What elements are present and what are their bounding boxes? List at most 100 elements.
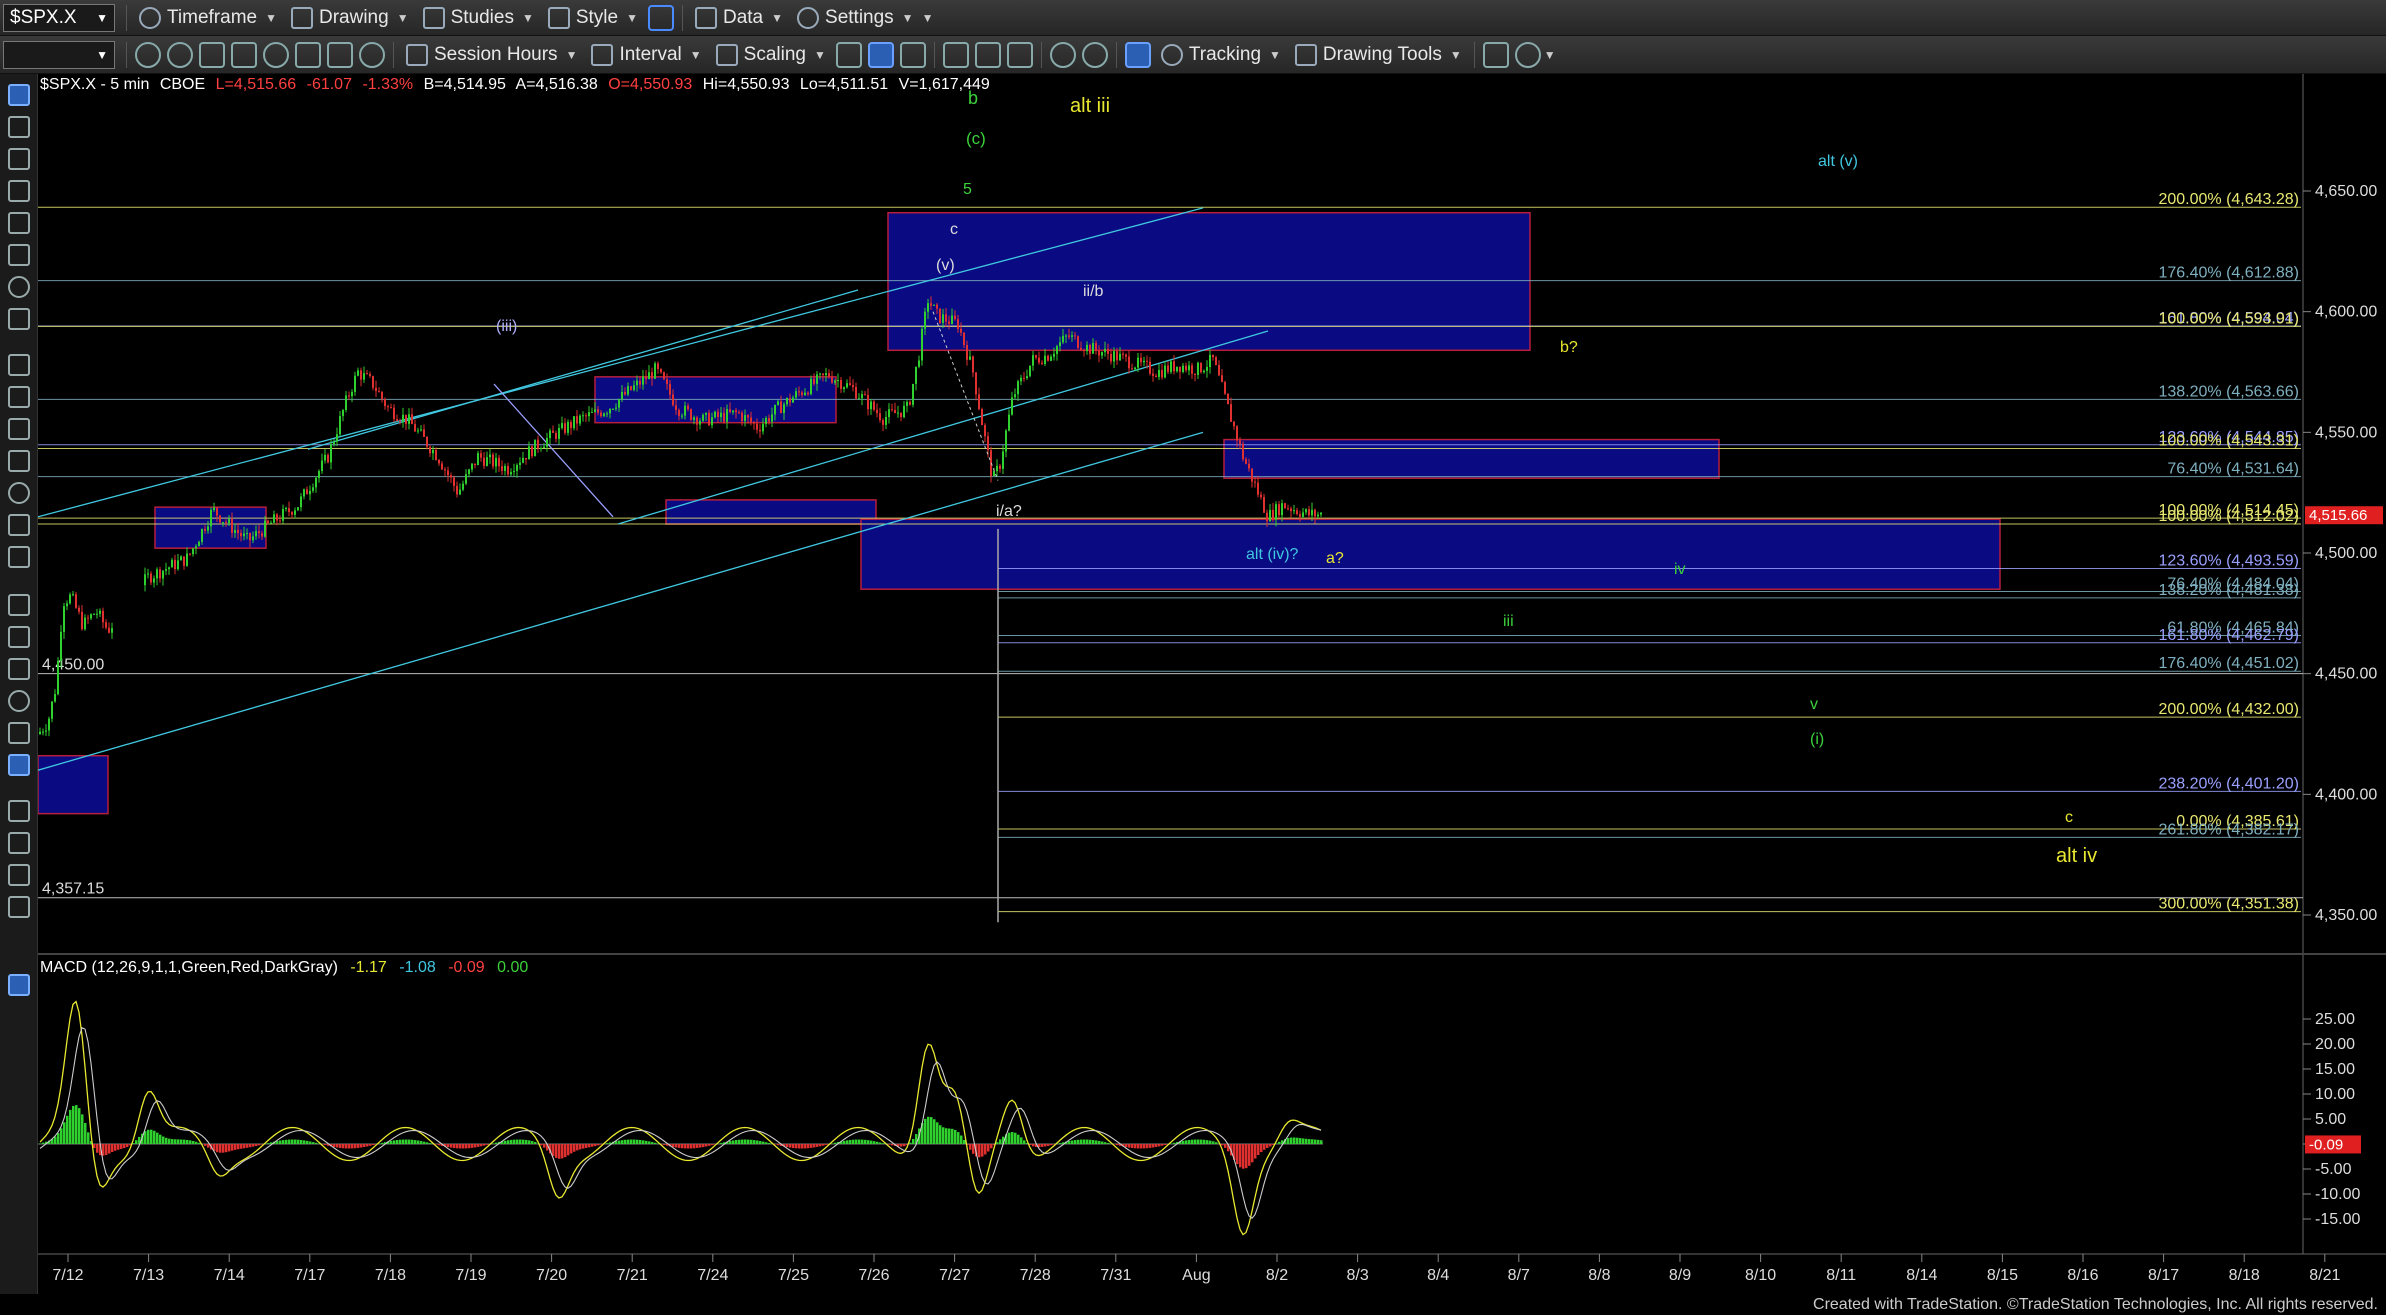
circle-tool-icon[interactable] — [135, 41, 161, 68]
scroll-left-icon[interactable] — [942, 41, 969, 68]
macd-bar — [567, 1144, 570, 1156]
macd-bar — [759, 1141, 762, 1144]
chart-canvas[interactable]: 200.00% (4,643.28) 176.40% (4,612.88) 161.… — [38, 74, 2386, 1294]
circle-tool-icon[interactable] — [263, 41, 289, 68]
macd-current-label: -0.09 — [2309, 1136, 2343, 1153]
studies-menu[interactable]: Studies ▼ — [416, 3, 541, 33]
gann-icon[interactable] — [8, 276, 30, 298]
candle — [1014, 388, 1016, 400]
macd-bar — [417, 1140, 420, 1144]
macd-bar — [81, 1114, 84, 1144]
pointer-icon[interactable] — [8, 84, 30, 106]
chevron-down-icon[interactable]: ▼ — [1544, 48, 1556, 62]
drawing-menu[interactable]: Drawing ▼ — [284, 3, 416, 33]
macd-bar — [1245, 1144, 1248, 1169]
lines-icon[interactable] — [8, 450, 30, 472]
macd-bar — [582, 1144, 585, 1149]
candle — [1200, 362, 1202, 374]
macd-bar — [1293, 1137, 1296, 1144]
timeframe-menu[interactable]: Timeframe ▼ — [132, 3, 284, 33]
grid-icon[interactable] — [327, 41, 353, 68]
clock-icon[interactable] — [359, 41, 385, 68]
vertical-lines-icon[interactable] — [8, 354, 30, 376]
style-menu[interactable]: Style ▼ — [541, 3, 645, 33]
candlestick-icon[interactable] — [867, 41, 894, 68]
scroll-right-icon[interactable] — [974, 41, 1001, 68]
candle — [657, 361, 659, 374]
window-icon[interactable] — [231, 41, 257, 68]
candle-body — [777, 401, 779, 405]
trendline-icon[interactable] — [8, 148, 30, 170]
arc-icon[interactable] — [8, 594, 30, 616]
zoom-out-icon[interactable] — [1081, 41, 1108, 68]
settings-menu[interactable]: Settings ▼ ▼ — [790, 3, 940, 33]
channel-icon[interactable] — [8, 244, 30, 266]
fib-extension-icon[interactable] — [8, 386, 30, 408]
ellipse-icon[interactable] — [8, 690, 30, 712]
fib-retrace-icon[interactable] — [8, 418, 30, 440]
link-icon[interactable] — [647, 4, 674, 31]
circle-tool-icon[interactable] — [167, 41, 193, 68]
arrow-down-icon[interactable] — [8, 626, 30, 648]
macd-bar — [789, 1144, 792, 1148]
candle-body — [849, 383, 851, 386]
candle-body — [855, 387, 857, 399]
arrow-up-icon[interactable] — [8, 658, 30, 680]
interval-menu[interactable]: Interval ▼ — [584, 40, 708, 70]
highlighter-icon[interactable] — [8, 896, 30, 918]
macd-bar — [1101, 1141, 1104, 1144]
cycle-icon[interactable] — [8, 546, 30, 568]
scaling-menu[interactable]: Scaling ▼ — [709, 40, 833, 70]
chat-icon[interactable] — [1514, 41, 1541, 68]
candle-body — [951, 315, 953, 324]
candle — [873, 399, 875, 412]
macd-bar — [588, 1144, 591, 1148]
bar-style-icon[interactable] — [835, 41, 862, 68]
data-menu[interactable]: Data ▼ — [688, 3, 790, 33]
horizontal-line-icon[interactable] — [8, 212, 30, 234]
eraser-icon[interactable] — [8, 832, 30, 854]
crosshair-icon[interactable] — [8, 116, 30, 138]
tracking-menu[interactable]: Tracking ▼ — [1154, 40, 1288, 70]
candle — [1131, 363, 1133, 370]
candle — [1230, 397, 1232, 422]
interval-selector[interactable]: ▼ — [3, 40, 115, 69]
fib-icon[interactable] — [8, 308, 30, 330]
candle-body — [381, 392, 383, 400]
macd-bar — [606, 1143, 609, 1144]
price-chart[interactable]: 200.00% (4,643.28) 176.40% (4,612.88) 161.… — [38, 74, 2386, 1294]
session-hours-menu[interactable]: Session Hours ▼ — [399, 40, 584, 70]
symbol-selector[interactable]: $SPX.X ▼ — [3, 3, 115, 32]
add-chart-icon[interactable] — [1482, 41, 1509, 68]
zoom-in-icon[interactable] — [1049, 41, 1076, 68]
pencil-icon[interactable] — [8, 800, 30, 822]
pitchfork-icon[interactable] — [8, 514, 30, 536]
grid-icon[interactable] — [1124, 41, 1151, 68]
candle — [1020, 374, 1022, 386]
macd-bar — [435, 1144, 438, 1145]
grid-icon[interactable] — [295, 41, 321, 68]
window-icon[interactable] — [199, 41, 225, 68]
speed-lines-icon[interactable] — [8, 482, 30, 504]
measure-icon[interactable] — [8, 864, 30, 886]
macd-bar — [1014, 1132, 1017, 1144]
chevron-down-icon: ▼ — [813, 47, 826, 62]
macd-bar — [93, 1144, 96, 1149]
candle — [1017, 379, 1019, 401]
candle-body — [1221, 375, 1223, 383]
rectangle-icon[interactable] — [8, 722, 30, 744]
text-color-icon[interactable] — [8, 974, 30, 996]
text-icon[interactable] — [8, 754, 30, 776]
candle-body — [774, 404, 776, 415]
fib-level-label: 161.80% (4,462.79) — [2158, 627, 2299, 644]
fit-icon[interactable] — [1006, 41, 1033, 68]
drawing-tools-menu[interactable]: Drawing Tools ▼ — [1288, 40, 1469, 70]
candle — [660, 368, 662, 374]
macd-bar — [990, 1144, 993, 1149]
ray-icon[interactable] — [8, 180, 30, 202]
candle-body — [597, 409, 599, 413]
macd-bar — [957, 1132, 960, 1144]
macd-bar — [159, 1134, 162, 1144]
wave-label: (v) — [936, 257, 955, 274]
ohlc-icon[interactable] — [899, 41, 926, 68]
